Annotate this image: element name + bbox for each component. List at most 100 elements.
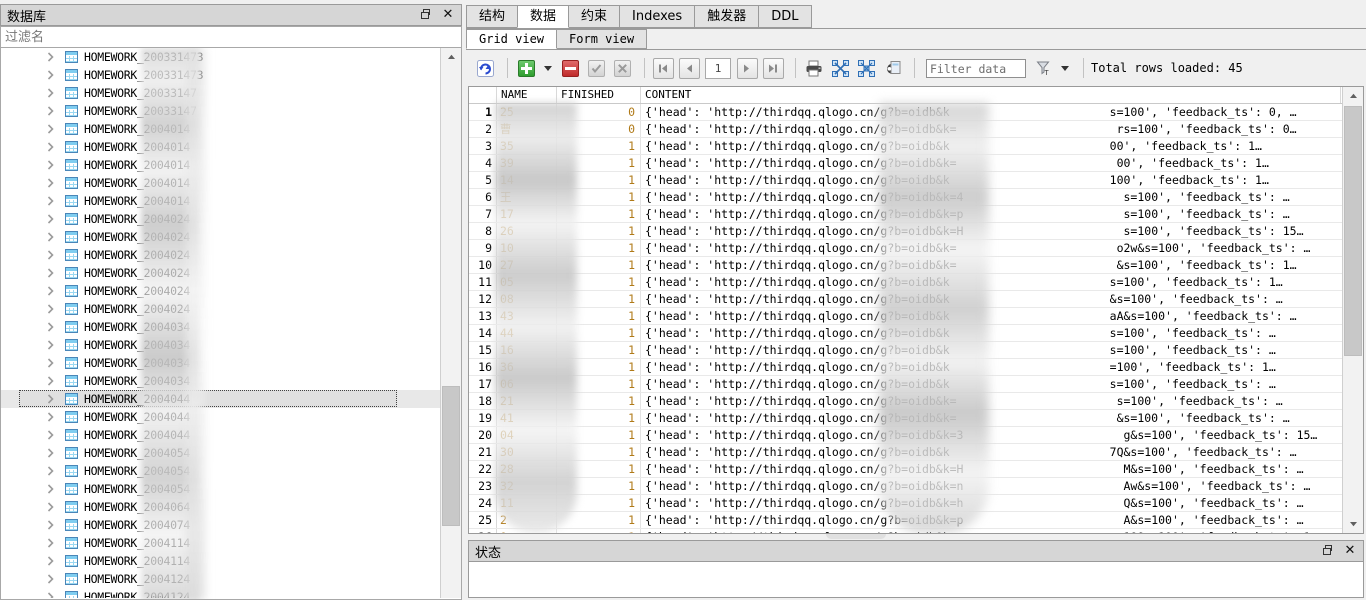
cell-name[interactable]: 王 xyxy=(497,189,557,205)
tree-item[interactable]: HOMEWORK_20033147 xyxy=(1,84,441,102)
tree-vertical-scrollbar[interactable] xyxy=(440,48,461,598)
table-row[interactable]: 7171{'head': 'http://thirdqq.qlogo.cn/g?… xyxy=(469,206,1343,223)
funnel-icon[interactable]: T xyxy=(1032,57,1054,79)
table-row[interactable]: 21301{'head': 'http://thirdqq.qlogo.cn/g… xyxy=(469,444,1343,461)
chevron-right-icon[interactable] xyxy=(46,556,55,566)
table-row[interactable]: 2曹0{'head': 'http://thirdqq.qlogo.cn/g?b… xyxy=(469,121,1343,138)
filter-data-box[interactable] xyxy=(926,59,1026,78)
cell-content[interactable]: {'head': 'http://thirdqq.qlogo.cn/g?b=oi… xyxy=(641,155,1341,171)
tree-item[interactable]: HOMEWORK_2004024 xyxy=(1,210,441,228)
table-row[interactable]: 9101{'head': 'http://thirdqq.qlogo.cn/g?… xyxy=(469,240,1343,257)
cell-finished[interactable]: 1 xyxy=(557,274,641,290)
cell-finished[interactable]: 1 xyxy=(557,138,641,154)
cell-content[interactable]: {'head': 'http://thirdqq.qlogo.cn/g?b=oi… xyxy=(641,291,1341,307)
cell-name[interactable]: 06 xyxy=(497,376,557,392)
cell-name[interactable]: 11 xyxy=(497,495,557,511)
collapse-grid-icon[interactable] xyxy=(829,57,851,79)
tree-item[interactable]: HOMEWORK_200331473 xyxy=(1,66,441,84)
cell-content[interactable]: {'head': 'http://thirdqq.qlogo.cn/g?b=oi… xyxy=(641,478,1341,494)
chevron-right-icon[interactable] xyxy=(46,214,55,224)
row-number[interactable]: 5 xyxy=(469,172,497,188)
cell-finished[interactable]: 0 xyxy=(557,121,641,137)
cell-finished[interactable]: 1 xyxy=(557,393,641,409)
next-page-icon[interactable] xyxy=(736,57,758,79)
chevron-right-icon[interactable] xyxy=(46,286,55,296)
chevron-right-icon[interactable] xyxy=(46,520,55,530)
table-row[interactable]: 6王1{'head': 'http://thirdqq.qlogo.cn/g?b… xyxy=(469,189,1343,206)
table-row[interactable]: 1250{'head': 'http://thirdqq.qlogo.cn/g?… xyxy=(469,104,1343,121)
cell-content[interactable]: {'head': 'http://thirdqq.qlogo.cn/g?b=oi… xyxy=(641,257,1341,273)
last-page-icon[interactable] xyxy=(762,57,784,79)
chevron-down-icon[interactable] xyxy=(541,57,555,79)
export-icon[interactable] xyxy=(881,57,903,79)
chevron-right-icon[interactable] xyxy=(46,178,55,188)
cell-name[interactable]: 27 xyxy=(497,257,557,273)
table-row[interactable]: 2521{'head': 'http://thirdqq.qlogo.cn/g?… xyxy=(469,512,1343,529)
print-icon[interactable] xyxy=(803,57,825,79)
tree-item[interactable]: HOMEWORK_2004054 xyxy=(1,444,441,462)
cell-content[interactable]: {'head': 'http://thirdqq.qlogo.cn/g?b=oi… xyxy=(641,274,1341,290)
chevron-right-icon[interactable] xyxy=(46,394,55,404)
cell-content[interactable]: {'head': 'http://thirdqq.qlogo.cn/g?b=oi… xyxy=(641,206,1341,222)
cell-name[interactable]: 16 xyxy=(497,342,557,358)
row-number[interactable]: 6 xyxy=(469,189,497,205)
tree-item[interactable]: HOMEWORK_2004064 xyxy=(1,498,441,516)
row-number[interactable]: 23 xyxy=(469,478,497,494)
cell-finished[interactable]: 1 xyxy=(557,291,641,307)
page-number-value[interactable]: 1 xyxy=(705,58,731,79)
refresh-icon[interactable] xyxy=(474,57,496,79)
chevron-right-icon[interactable] xyxy=(46,574,55,584)
cell-finished[interactable]: 0 xyxy=(557,104,641,120)
table-row[interactable]: 3351{'head': 'http://thirdqq.qlogo.cn/g?… xyxy=(469,138,1343,155)
row-number[interactable]: 14 xyxy=(469,325,497,341)
tab-2[interactable]: 约束 xyxy=(568,5,620,28)
row-number[interactable]: 16 xyxy=(469,359,497,375)
row-number[interactable]: 11 xyxy=(469,274,497,290)
scroll-up-arrow[interactable] xyxy=(441,48,461,66)
chevron-right-icon[interactable] xyxy=(46,538,55,548)
cell-content[interactable]: {'head': 'http://thirdqq.qlogo.cn/g?b=oi… xyxy=(641,461,1341,477)
chevron-right-icon[interactable] xyxy=(46,304,55,314)
tree-item[interactable]: HOMEWORK_2004014 xyxy=(1,138,441,156)
row-number[interactable]: 25 xyxy=(469,512,497,528)
cell-finished[interactable]: 1 xyxy=(557,325,641,341)
grid-body[interactable]: 1250{'head': 'http://thirdqq.qlogo.cn/g?… xyxy=(469,104,1343,533)
tree-item[interactable]: HOMEWORK_2004034 xyxy=(1,318,441,336)
chevron-right-icon[interactable] xyxy=(46,466,55,476)
cell-content[interactable]: {'head': 'http://thirdqq.qlogo.cn/g?b=oi… xyxy=(641,308,1341,324)
cell-name[interactable]: 26 xyxy=(497,223,557,239)
row-number[interactable]: 21 xyxy=(469,444,497,460)
cell-content[interactable]: {'head': 'http://thirdqq.qlogo.cn/g?b=oi… xyxy=(641,410,1341,426)
table-row[interactable]: 14441{'head': 'http://thirdqq.qlogo.cn/g… xyxy=(469,325,1343,342)
chevron-right-icon[interactable] xyxy=(46,232,55,242)
tree-item[interactable]: HOMEWORK_2004044 xyxy=(1,426,441,444)
cell-name[interactable]: 08 xyxy=(497,291,557,307)
row-number[interactable]: 13 xyxy=(469,308,497,324)
row-number[interactable]: 7 xyxy=(469,206,497,222)
chevron-right-icon[interactable] xyxy=(46,106,55,116)
cell-content[interactable]: {'head': 'http://thirdqq.qlogo.cn/g?b=oi… xyxy=(641,342,1341,358)
table-row[interactable]: 15161{'head': 'http://thirdqq.qlogo.cn/g… xyxy=(469,342,1343,359)
tree-item[interactable]: HOMEWORK_2004054 xyxy=(1,462,441,480)
subtab-1[interactable]: Form view xyxy=(556,29,647,49)
cell-content[interactable]: {'head': 'http://thirdqq.qlogo.cn/g?b=oi… xyxy=(641,138,1341,154)
cell-content[interactable]: {'head': 'http://thirdqq.qlogo.cn/g?b=oi… xyxy=(641,427,1341,443)
status-panel-body[interactable] xyxy=(468,562,1364,598)
table-row[interactable]: 13431{'head': 'http://thirdqq.qlogo.cn/g… xyxy=(469,308,1343,325)
row-number[interactable]: 26 xyxy=(469,529,497,533)
chevron-right-icon[interactable] xyxy=(46,250,55,260)
cell-name[interactable]: 0 xyxy=(497,529,557,533)
row-number[interactable]: 2 xyxy=(469,121,497,137)
chevron-right-icon[interactable] xyxy=(46,52,55,62)
row-number[interactable]: 4 xyxy=(469,155,497,171)
cell-name[interactable]: 39 xyxy=(497,155,557,171)
chevron-right-icon[interactable] xyxy=(46,448,55,458)
tree-item-selected[interactable]: HOMEWORK_2004044 xyxy=(1,390,441,408)
tree-item[interactable]: HOMEWORK_2004024 xyxy=(1,264,441,282)
close-icon[interactable]: ✕ xyxy=(1344,545,1356,557)
table-row[interactable]: 10271{'head': 'http://thirdqq.qlogo.cn/g… xyxy=(469,257,1343,274)
tab-1[interactable]: 数据 xyxy=(517,5,569,28)
table-row[interactable]: 22281{'head': 'http://thirdqq.qlogo.cn/g… xyxy=(469,461,1343,478)
table-row[interactable]: 2601{'head': 'http://thirdqq.qlogo.cn/g?… xyxy=(469,529,1343,533)
row-number[interactable]: 10 xyxy=(469,257,497,273)
